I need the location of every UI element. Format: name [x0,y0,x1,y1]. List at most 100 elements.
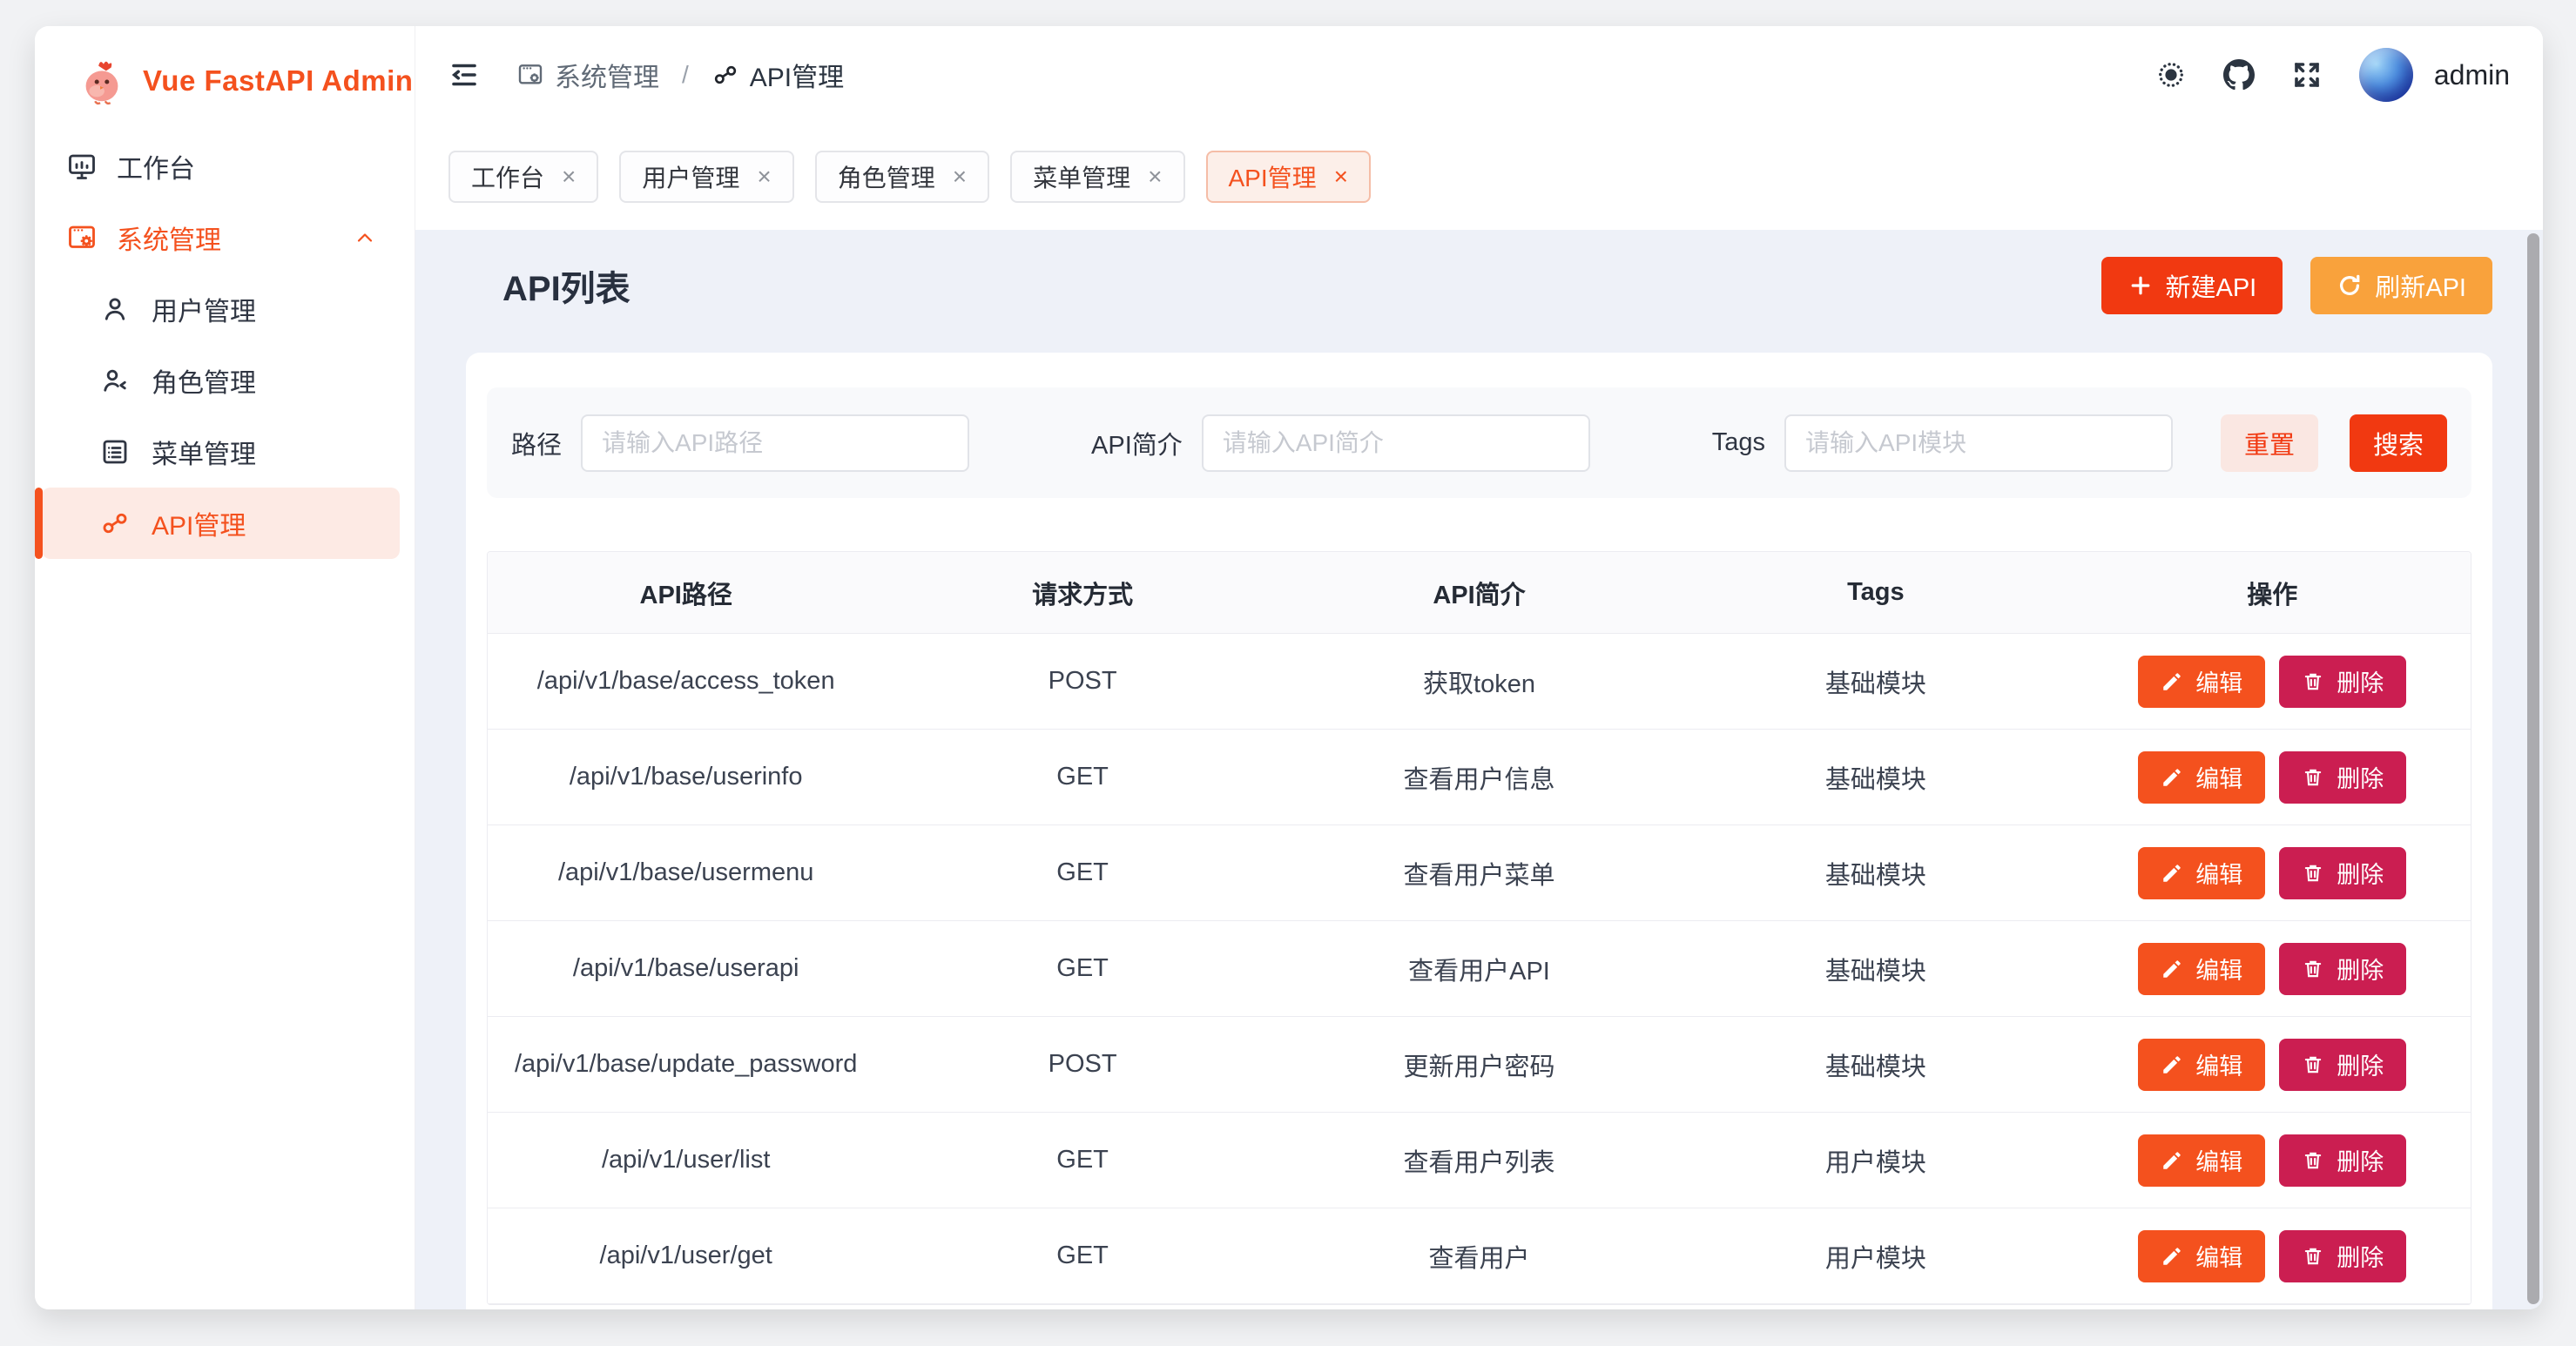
cell-api-path: /api/v1/user/get [488,1242,884,1270]
table-row: /api/v1/user/listGET查看用户列表用户模块编辑删除 [488,1113,2471,1208]
app-logo[interactable]: Vue FastAPI Admin [35,26,415,108]
cell-actions: 编辑删除 [2074,1039,2471,1091]
topbar-actions: admin [2155,48,2510,102]
sidebar-item-label: 角色管理 [152,361,256,400]
tab-label: 角色管理 [838,159,935,194]
cell-tags: 基础模块 [1677,663,2074,700]
tab-close-icon[interactable]: × [757,165,771,189]
cell-tags: 用户模块 [1677,1142,2074,1179]
main-column: 系统管理 / API管理 [415,26,2543,1309]
search-button[interactable]: 搜索 [2350,414,2447,472]
menu-list-icon [99,436,131,468]
edit-button[interactable]: 编辑 [2138,656,2265,708]
edit-button[interactable]: 编辑 [2138,751,2265,804]
tab-close-icon[interactable]: × [562,165,576,189]
delete-button[interactable]: 删除 [2279,751,2406,804]
tab-bar: 工作台×用户管理×角色管理×菜单管理×API管理× [415,124,2543,230]
table-row: /api/v1/user/getGET查看用户用户模块编辑删除 [488,1208,2471,1304]
cell-actions: 编辑删除 [2074,847,2471,899]
breadcrumb-item-system[interactable]: 系统管理 [516,56,659,94]
edit-button[interactable]: 编辑 [2138,1134,2265,1187]
delete-button[interactable]: 删除 [2279,1039,2406,1091]
cell-summary: 获取token [1281,663,1677,700]
cell-actions: 编辑删除 [2074,656,2471,708]
breadcrumb-item-api[interactable]: API管理 [711,56,844,94]
avatar[interactable] [2359,48,2413,102]
system-icon [516,61,544,89]
theme-toggle-icon[interactable] [2155,59,2187,91]
cell-tags: 基础模块 [1677,759,2074,796]
refresh-icon [2337,273,2363,299]
tab-工作台[interactable]: 工作台× [448,151,598,203]
chevron-up-icon[interactable] [353,225,377,250]
edit-button[interactable]: 编辑 [2138,1039,2265,1091]
tab-API管理[interactable]: API管理× [1206,151,1372,203]
reset-button[interactable]: 重置 [2221,414,2318,472]
column-header: API简介 [1281,575,1677,611]
workbench-icon [66,151,98,182]
cell-tags: 基础模块 [1677,951,2074,987]
cell-method: POST [884,667,1280,696]
sidebar-item-role[interactable]: 角色管理 [42,345,400,416]
content-card: 路径 API简介 Tags 重置 搜索 [466,353,2492,1309]
delete-button[interactable]: 删除 [2279,847,2406,899]
github-icon[interactable] [2223,59,2255,91]
path-input[interactable] [581,414,969,472]
path-label: 路径 [511,425,562,461]
sidebar-item-menu-list[interactable]: 菜单管理 [42,416,400,488]
sidebar-item-workbench[interactable]: 工作台 [42,131,400,202]
delete-button[interactable]: 删除 [2279,1230,2406,1282]
header-buttons: 新建API 刷新API [2101,257,2493,314]
edit-pencil-icon [2161,670,2183,693]
sidebar-item-user[interactable]: 用户管理 [42,273,400,345]
vertical-scrollbar[interactable] [2527,233,2539,1304]
app-window: Vue FastAPI Admin 工作台系统管理用户管理角色管理菜单管理API… [35,26,2543,1309]
sidebar-item-system[interactable]: 系统管理 [42,202,400,273]
cell-api-path: /api/v1/base/userapi [488,954,884,983]
trash-icon [2302,862,2324,885]
edit-button[interactable]: 编辑 [2138,1230,2265,1282]
tab-close-icon[interactable]: × [953,165,967,189]
edit-pencil-icon [2161,1053,2183,1076]
column-header: API路径 [488,575,884,611]
edit-pencil-icon [2161,862,2183,885]
cell-api-path: /api/v1/base/access_token [488,667,884,696]
cell-api-path: /api/v1/user/list [488,1146,884,1174]
tab-close-icon[interactable]: × [1148,165,1162,189]
cell-method: GET [884,954,1280,983]
api-icon [99,508,131,539]
edit-button[interactable]: 编辑 [2138,943,2265,995]
tab-用户管理[interactable]: 用户管理× [619,151,793,203]
edit-button[interactable]: 编辑 [2138,847,2265,899]
page-title: API列表 [502,260,631,311]
filter-group-path: 路径 [511,414,969,472]
create-api-button[interactable]: 新建API [2101,257,2283,314]
delete-button[interactable]: 删除 [2279,1134,2406,1187]
username[interactable]: admin [2434,59,2510,91]
refresh-api-button[interactable]: 刷新API [2310,257,2492,314]
sidebar-item-label: 用户管理 [152,290,256,328]
delete-button[interactable]: 删除 [2279,656,2406,708]
fullscreen-icon[interactable] [2291,59,2323,91]
cell-method: POST [884,1050,1280,1079]
sidebar-item-label: 工作台 [117,147,195,185]
api-plug-icon [711,61,739,89]
sidebar: Vue FastAPI Admin 工作台系统管理用户管理角色管理菜单管理API… [35,26,415,1309]
cell-summary: 查看用户列表 [1281,1142,1677,1179]
api-table: API路径请求方式API简介Tags操作 /api/v1/base/access… [487,551,2471,1305]
tab-角色管理[interactable]: 角色管理 × [815,151,989,203]
tab-菜单管理[interactable]: 菜单管理 × [1010,151,1184,203]
table-row: /api/v1/base/userinfoGET查看用户信息基础模块编辑删除 [488,730,2471,825]
filter-group-tags: Tags [1712,414,2173,472]
cell-api-path: /api/v1/base/userinfo [488,763,884,791]
sidebar-collapse-icon[interactable] [448,59,480,91]
column-header: Tags [1677,578,2074,607]
tags-input[interactable] [1784,414,2173,472]
trash-icon [2302,1053,2324,1076]
sidebar-item-api[interactable]: API管理 [42,488,400,559]
tab-close-icon[interactable]: × [1334,165,1348,189]
summary-input[interactable] [1202,414,1590,472]
tab-label: 菜单管理 [1033,159,1130,194]
delete-button[interactable]: 删除 [2279,943,2406,995]
cell-summary: 查看用户信息 [1281,759,1677,796]
